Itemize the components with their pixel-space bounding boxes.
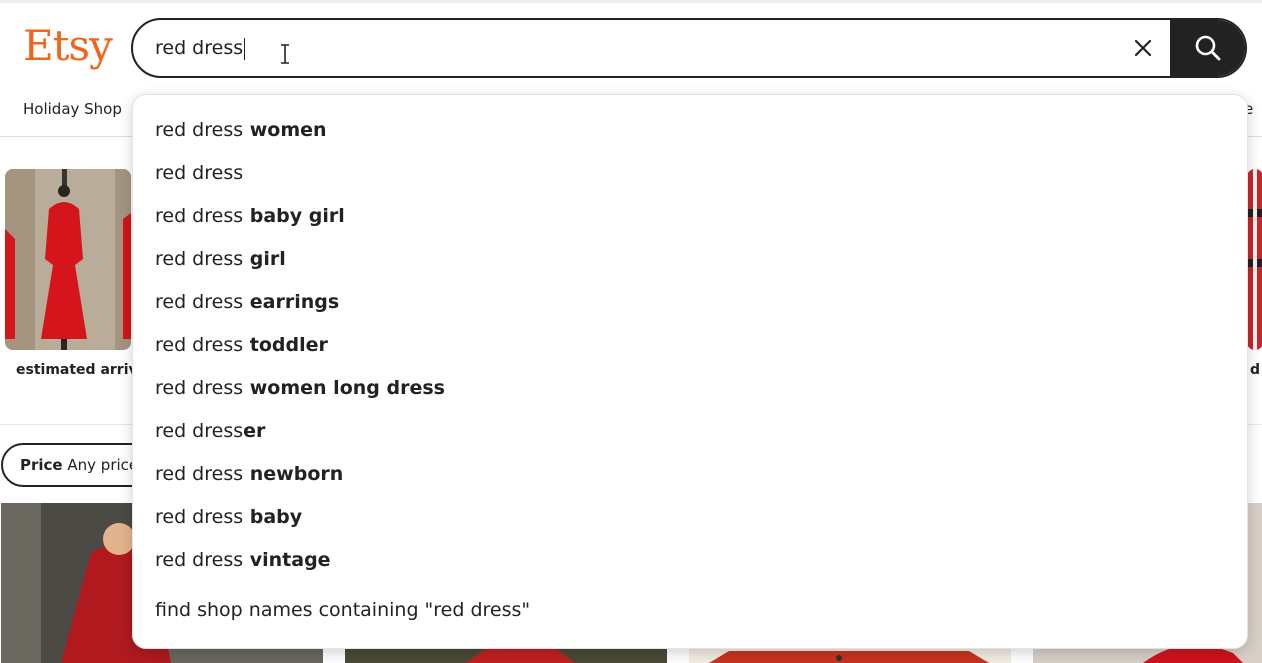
category-thumbnail-partial[interactable] [1247,169,1262,350]
close-icon [1134,39,1152,57]
nav-holiday-shop[interactable]: Holiday Shop [23,100,122,118]
search-input[interactable]: red dress [155,20,1115,76]
category-thumbnail[interactable] [5,169,131,350]
search-suggestions-dropdown: red dress women red dress red dress baby… [132,94,1248,649]
clear-search-button[interactable] [1129,34,1157,62]
text-cursor-icon [281,44,289,64]
suggestion-item[interactable]: red dress earrings [155,291,339,313]
suggestion-item[interactable]: red dresser [155,420,265,442]
search-input-value: red dress [155,37,244,59]
price-filter-label: Price [20,456,63,474]
suggestion-item[interactable]: red dress toddler [155,334,328,356]
suggestion-item[interactable]: red dress [155,162,243,184]
plaid-pattern-image [1247,169,1262,350]
suggestion-item[interactable]: red dress women [155,119,327,141]
search-bar[interactable]: red dress [131,18,1247,78]
top-border [0,0,1262,3]
text-caret [244,37,246,60]
suggestion-item[interactable]: red dress baby [155,506,302,528]
price-filter-value: Any price [67,456,139,474]
suggestion-item[interactable]: red dress women long dress [155,377,445,399]
category-caption-partial: d [1250,362,1261,378]
red-dress-mannequin-image [5,169,131,350]
find-shop-names-item[interactable]: find shop names containing "red dress" [155,599,530,621]
suggestion-item[interactable]: red dress girl [155,248,286,270]
etsy-logo[interactable]: Etsy [23,17,113,75]
suggestion-item[interactable]: red dress baby girl [155,205,345,227]
suggestion-item[interactable]: red dress newborn [155,463,343,485]
search-submit-button[interactable] [1170,20,1245,76]
suggestion-item[interactable]: red dress vintage [155,549,331,571]
category-caption: estimated arriv [16,362,138,378]
search-icon [1195,35,1220,61]
